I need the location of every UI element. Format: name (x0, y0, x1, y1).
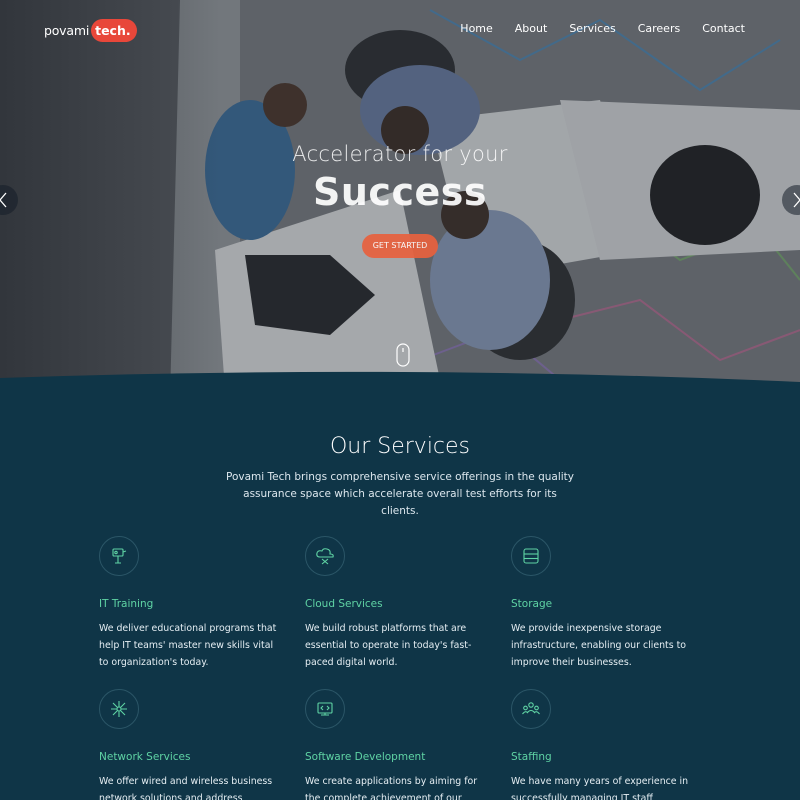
service-card-cloud: Cloud Services We build robust platforms… (305, 536, 490, 671)
nav-item-home[interactable]: Home (456, 20, 493, 38)
service-card-network: Network Services We offer wired and wire… (99, 689, 284, 800)
hero-bottom-curve (0, 371, 800, 400)
services-section: Our Services Povami Tech brings comprehe… (0, 400, 800, 800)
service-text: We have many years of experience in succ… (511, 776, 689, 800)
service-title: Cloud Services (305, 598, 383, 610)
get-started-button[interactable]: GET STARTED (362, 234, 438, 258)
brand-name-prefix: povami (44, 22, 90, 38)
service-text: We provide inexpensive storage infrastru… (511, 623, 686, 668)
nav-item-about[interactable]: About (515, 20, 548, 38)
brand-name-badge: tech. (91, 18, 137, 42)
service-text: We build robust platforms that are essen… (305, 623, 472, 668)
nav-item-services[interactable]: Services (569, 20, 615, 38)
brand-logo[interactable]: povami tech. (44, 17, 137, 43)
hero-banner: povami tech. Home About Services Careers… (0, 0, 800, 400)
service-text: We offer wired and wireless business net… (99, 776, 273, 800)
nav-item-careers[interactable]: Careers (638, 20, 681, 38)
cloud-icon (305, 536, 345, 576)
training-icon (99, 536, 139, 576)
software-icon (305, 689, 345, 729)
service-title: Software Development (305, 751, 426, 763)
hero-title: Success (313, 170, 487, 214)
hero-subtitle: Accelerator for your (292, 142, 508, 166)
nav-item-contact[interactable]: Contact (702, 20, 745, 38)
section-title: Our Services (329, 434, 471, 459)
service-card-it-training: IT Training We deliver educational progr… (99, 536, 284, 671)
service-title: Network Services (99, 751, 191, 763)
network-icon (99, 689, 139, 729)
staffing-icon (511, 689, 551, 729)
service-card-software: Software Development We create applicati… (305, 689, 490, 800)
service-card-staffing: Staffing We have many years of experienc… (511, 689, 696, 800)
section-description: Povami Tech brings comprehensive service… (225, 471, 575, 517)
service-text: We create applications by aiming for the… (305, 776, 478, 800)
scroll-mouse-icon[interactable] (396, 343, 410, 367)
service-text: We deliver educational programs that hel… (99, 623, 277, 668)
service-title: IT Training (99, 598, 154, 610)
service-card-storage: Storage We provide inexpensive storage i… (511, 536, 696, 671)
top-navigation: povami tech. Home About Services Careers… (0, 0, 800, 60)
service-title: Staffing (511, 751, 552, 763)
main-nav: Home About Services Careers Contact (438, 20, 745, 38)
storage-icon (511, 536, 551, 576)
service-title: Storage (511, 598, 553, 610)
